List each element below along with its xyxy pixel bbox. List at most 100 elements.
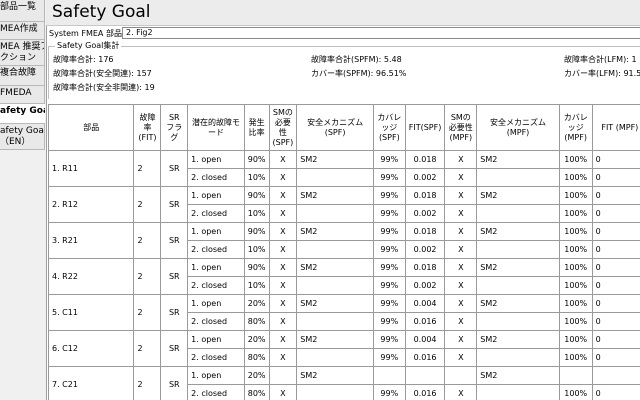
- mechanism-mpf-cell[interactable]: SM2: [476, 150, 560, 169]
- tab-safety-goal-en[interactable]: afety Goal （EN）: [0, 124, 45, 150]
- col-header-fit-spf[interactable]: FIT(SPF): [404, 104, 446, 151]
- sm-need-spf-cell[interactable]: X: [268, 330, 298, 349]
- sr-flag-cell[interactable]: SR: [160, 150, 189, 187]
- mechanism-spf-cell[interactable]: SM2: [296, 330, 374, 349]
- coverage-mpf-cell[interactable]: 100%: [558, 384, 593, 400]
- coverage-mpf-cell[interactable]: 100%: [558, 222, 593, 241]
- col-header-failure-mode[interactable]: 潜在的故障モード: [187, 104, 245, 151]
- sm-need-mpf-cell[interactable]: X: [444, 258, 478, 277]
- coverage-mpf-cell[interactable]: 100%: [558, 294, 593, 313]
- coverage-spf-cell[interactable]: 99%: [372, 294, 406, 313]
- coverage-spf-cell[interactable]: 99%: [372, 168, 406, 187]
- ratio-cell[interactable]: 20%: [243, 330, 270, 349]
- fit-spf-cell[interactable]: 0.016: [404, 348, 446, 367]
- sm-need-spf-cell[interactable]: X: [268, 240, 298, 259]
- mechanism-mpf-cell[interactable]: [476, 204, 560, 223]
- failure-mode-cell[interactable]: 1. open: [187, 366, 245, 385]
- sm-need-mpf-cell[interactable]: X: [444, 222, 478, 241]
- sm-need-spf-cell[interactable]: X: [268, 276, 298, 295]
- failure-mode-cell[interactable]: 2. closed: [187, 384, 245, 400]
- table-row[interactable]: 5. C11 2 SR 1. open 20% X SM2 99% 0.004 X SM2 100% 0: [48, 294, 640, 331]
- mechanism-spf-cell[interactable]: [296, 276, 374, 295]
- col-header-part[interactable]: 部品: [48, 104, 135, 151]
- ratio-cell[interactable]: 10%: [243, 276, 270, 295]
- table-row[interactable]: 7. C21 2 SR 1. open 20% SM2 SM2: [48, 366, 640, 400]
- tab-fmea-recommended-action[interactable]: MEA 推奨ア クション: [0, 40, 45, 66]
- table-row[interactable]: 4. R22 2 SR 1. open 90% X SM2 99% 0.018 X SM2 100% 0: [48, 258, 640, 295]
- mechanism-mpf-cell[interactable]: [476, 312, 560, 331]
- fit-mpf-cell[interactable]: 0: [591, 312, 640, 331]
- sm-need-mpf-cell[interactable]: X: [444, 312, 478, 331]
- col-header-fit-mpf[interactable]: FIT (MPF): [591, 104, 640, 151]
- sm-need-mpf-cell[interactable]: X: [444, 186, 478, 205]
- sr-flag-cell[interactable]: SR: [160, 222, 189, 259]
- ratio-cell[interactable]: 90%: [243, 222, 270, 241]
- sm-need-mpf-cell[interactable]: X: [444, 276, 478, 295]
- sr-flag-cell[interactable]: SR: [160, 366, 189, 400]
- coverage-spf-cell[interactable]: 99%: [372, 186, 406, 205]
- sr-flag-cell[interactable]: SR: [160, 330, 189, 367]
- failure-mode-cell[interactable]: 1. open: [187, 294, 245, 313]
- mechanism-spf-cell[interactable]: [296, 384, 374, 400]
- coverage-mpf-cell[interactable]: 100%: [558, 330, 593, 349]
- part-cell[interactable]: 7. C21: [48, 366, 135, 400]
- mechanism-spf-cell[interactable]: SM2: [296, 294, 374, 313]
- sm-need-mpf-cell[interactable]: X: [444, 348, 478, 367]
- mechanism-spf-cell[interactable]: [296, 240, 374, 259]
- mechanism-mpf-cell[interactable]: [476, 168, 560, 187]
- failure-mode-cell[interactable]: 1. open: [187, 258, 245, 277]
- coverage-spf-cell[interactable]: 99%: [372, 330, 406, 349]
- sm-need-mpf-cell[interactable]: X: [444, 150, 478, 169]
- mechanism-mpf-cell[interactable]: [476, 384, 560, 400]
- mechanism-spf-cell[interactable]: SM2: [296, 150, 374, 169]
- coverage-spf-cell[interactable]: [372, 366, 406, 385]
- ratio-cell[interactable]: 10%: [243, 168, 270, 187]
- fit-spf-cell[interactable]: 0.002: [404, 240, 446, 259]
- failure-mode-cell[interactable]: 2. closed: [187, 204, 245, 223]
- mechanism-spf-cell[interactable]: SM2: [296, 366, 374, 385]
- coverage-spf-cell[interactable]: 99%: [372, 384, 406, 400]
- mechanism-mpf-cell[interactable]: SM2: [476, 330, 560, 349]
- fit-mpf-cell[interactable]: 0: [591, 258, 640, 277]
- failure-mode-cell[interactable]: 1. open: [187, 330, 245, 349]
- fit-mpf-cell[interactable]: 0: [591, 150, 640, 169]
- fit-mpf-cell[interactable]: 0: [591, 294, 640, 313]
- coverage-mpf-cell[interactable]: [558, 366, 593, 385]
- col-header-sm-need-mpf[interactable]: SMの必要性 (MPF): [444, 104, 478, 151]
- ratio-cell[interactable]: 20%: [243, 294, 270, 313]
- fit-spf-cell[interactable]: 0.018: [404, 186, 446, 205]
- fit-spf-cell[interactable]: 0.016: [404, 384, 446, 400]
- fit-mpf-cell[interactable]: 0: [591, 240, 640, 259]
- mechanism-mpf-cell[interactable]: SM2: [476, 186, 560, 205]
- col-header-coverage-spf[interactable]: カバレッジ (SPF): [372, 104, 406, 151]
- sm-need-mpf-cell[interactable]: [444, 366, 478, 385]
- sm-need-spf-cell[interactable]: X: [268, 348, 298, 367]
- sm-need-spf-cell[interactable]: X: [268, 204, 298, 223]
- part-cell[interactable]: 2. R12: [48, 186, 135, 223]
- sm-need-mpf-cell[interactable]: X: [444, 294, 478, 313]
- tab-multiple-failure[interactable]: 複合故障: [0, 66, 45, 86]
- fit-cell[interactable]: 2: [133, 330, 162, 367]
- mechanism-spf-cell[interactable]: [296, 312, 374, 331]
- tab-fmeda[interactable]: FMEDA: [0, 86, 45, 104]
- ratio-cell[interactable]: 90%: [243, 186, 270, 205]
- sr-flag-cell[interactable]: SR: [160, 294, 189, 331]
- sm-need-mpf-cell[interactable]: X: [444, 330, 478, 349]
- sm-need-mpf-cell[interactable]: X: [444, 204, 478, 223]
- coverage-spf-cell[interactable]: 99%: [372, 276, 406, 295]
- part-cell[interactable]: 3. R21: [48, 222, 135, 259]
- fit-spf-cell[interactable]: [404, 366, 446, 385]
- sm-need-spf-cell[interactable]: X: [268, 294, 298, 313]
- fit-spf-cell[interactable]: 0.016: [404, 312, 446, 331]
- fit-spf-cell[interactable]: 0.018: [404, 222, 446, 241]
- fit-mpf-cell[interactable]: 0: [591, 384, 640, 400]
- fit-cell[interactable]: 2: [133, 150, 162, 187]
- table-row[interactable]: 1. R11 2 SR 1. open 90% X SM2 99% 0.018 X SM2 100% 0: [48, 150, 640, 187]
- fit-cell[interactable]: 2: [133, 258, 162, 295]
- col-header-sr-flag[interactable]: SR フラグ: [160, 104, 189, 151]
- col-header-fit[interactable]: 故障率 (FIT): [133, 104, 162, 151]
- coverage-spf-cell[interactable]: 99%: [372, 348, 406, 367]
- col-header-sm-need-spf[interactable]: SMの必要性 (SPF): [268, 104, 298, 151]
- fit-cell[interactable]: 2: [133, 366, 162, 400]
- coverage-mpf-cell[interactable]: 100%: [558, 348, 593, 367]
